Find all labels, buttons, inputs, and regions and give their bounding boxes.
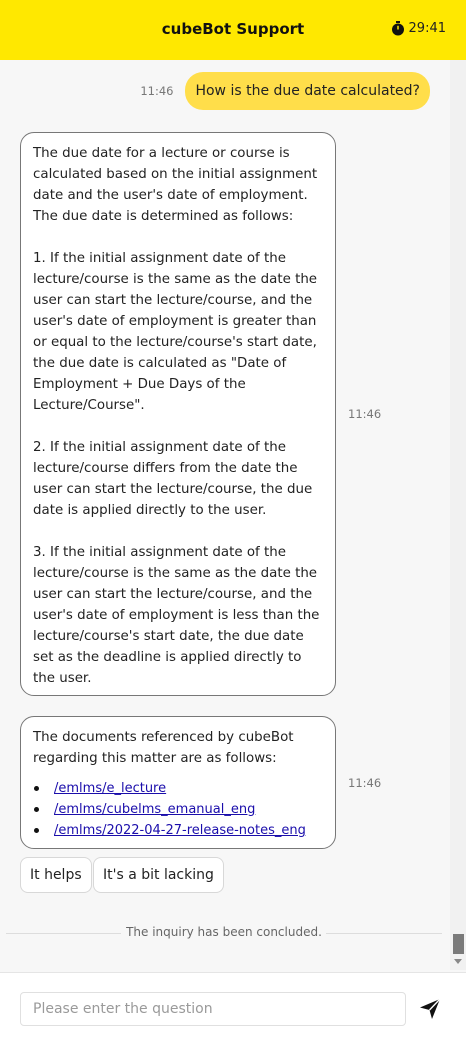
scroll-down-arrow-icon[interactable] <box>454 959 462 964</box>
chat-header: cubeBot Support 29:41 <box>0 0 466 60</box>
user-message: 11:46 How is the due date calculated? <box>140 72 430 110</box>
stopwatch-icon <box>391 21 404 36</box>
conclusion-text: The inquiry has been concluded. <box>126 925 322 939</box>
reference-link[interactable]: /emlms/2022-04-27-release-notes_eng <box>54 823 306 838</box>
session-timer: 29:41 <box>391 21 446 36</box>
bot-answer-bubble: The due date for a lecture or course is … <box>20 132 336 696</box>
chat-log: 11:46 How is the due date calculated? Th… <box>0 60 450 970</box>
references-intro: The documents referenced by cubeBot rega… <box>33 730 294 766</box>
list-item: /emlms/cubelms_emanual_eng <box>33 799 323 820</box>
send-icon[interactable] <box>418 997 442 1021</box>
it-helps-button[interactable]: It helps <box>20 857 92 893</box>
reference-link[interactable]: /emlms/e_lecture <box>54 781 166 796</box>
question-input[interactable] <box>20 992 406 1026</box>
divider-line <box>326 933 442 934</box>
message-time: 11:46 <box>348 776 382 790</box>
bot-references-bubble: The documents referenced by cubeBot rega… <box>20 716 336 849</box>
message-time: 11:46 <box>140 84 174 98</box>
message-time: 11:46 <box>348 407 382 421</box>
chat-scrollbar[interactable] <box>450 60 466 970</box>
scrollbar-thumb[interactable] <box>453 934 464 954</box>
composer <box>0 972 466 1042</box>
user-bubble: How is the due date calculated? <box>185 72 430 110</box>
reference-list: /emlms/e_lecture /emlms/cubelms_emanual_… <box>33 778 323 841</box>
list-item: /emlms/2022-04-27-release-notes_eng <box>33 820 323 841</box>
bit-lacking-button[interactable]: It's a bit lacking <box>93 857 224 893</box>
conclusion-divider: The inquiry has been concluded. <box>6 925 442 941</box>
list-item: /emlms/e_lecture <box>33 778 323 799</box>
reference-link[interactable]: /emlms/cubelms_emanual_eng <box>54 802 255 817</box>
timer-value: 29:41 <box>408 21 446 36</box>
